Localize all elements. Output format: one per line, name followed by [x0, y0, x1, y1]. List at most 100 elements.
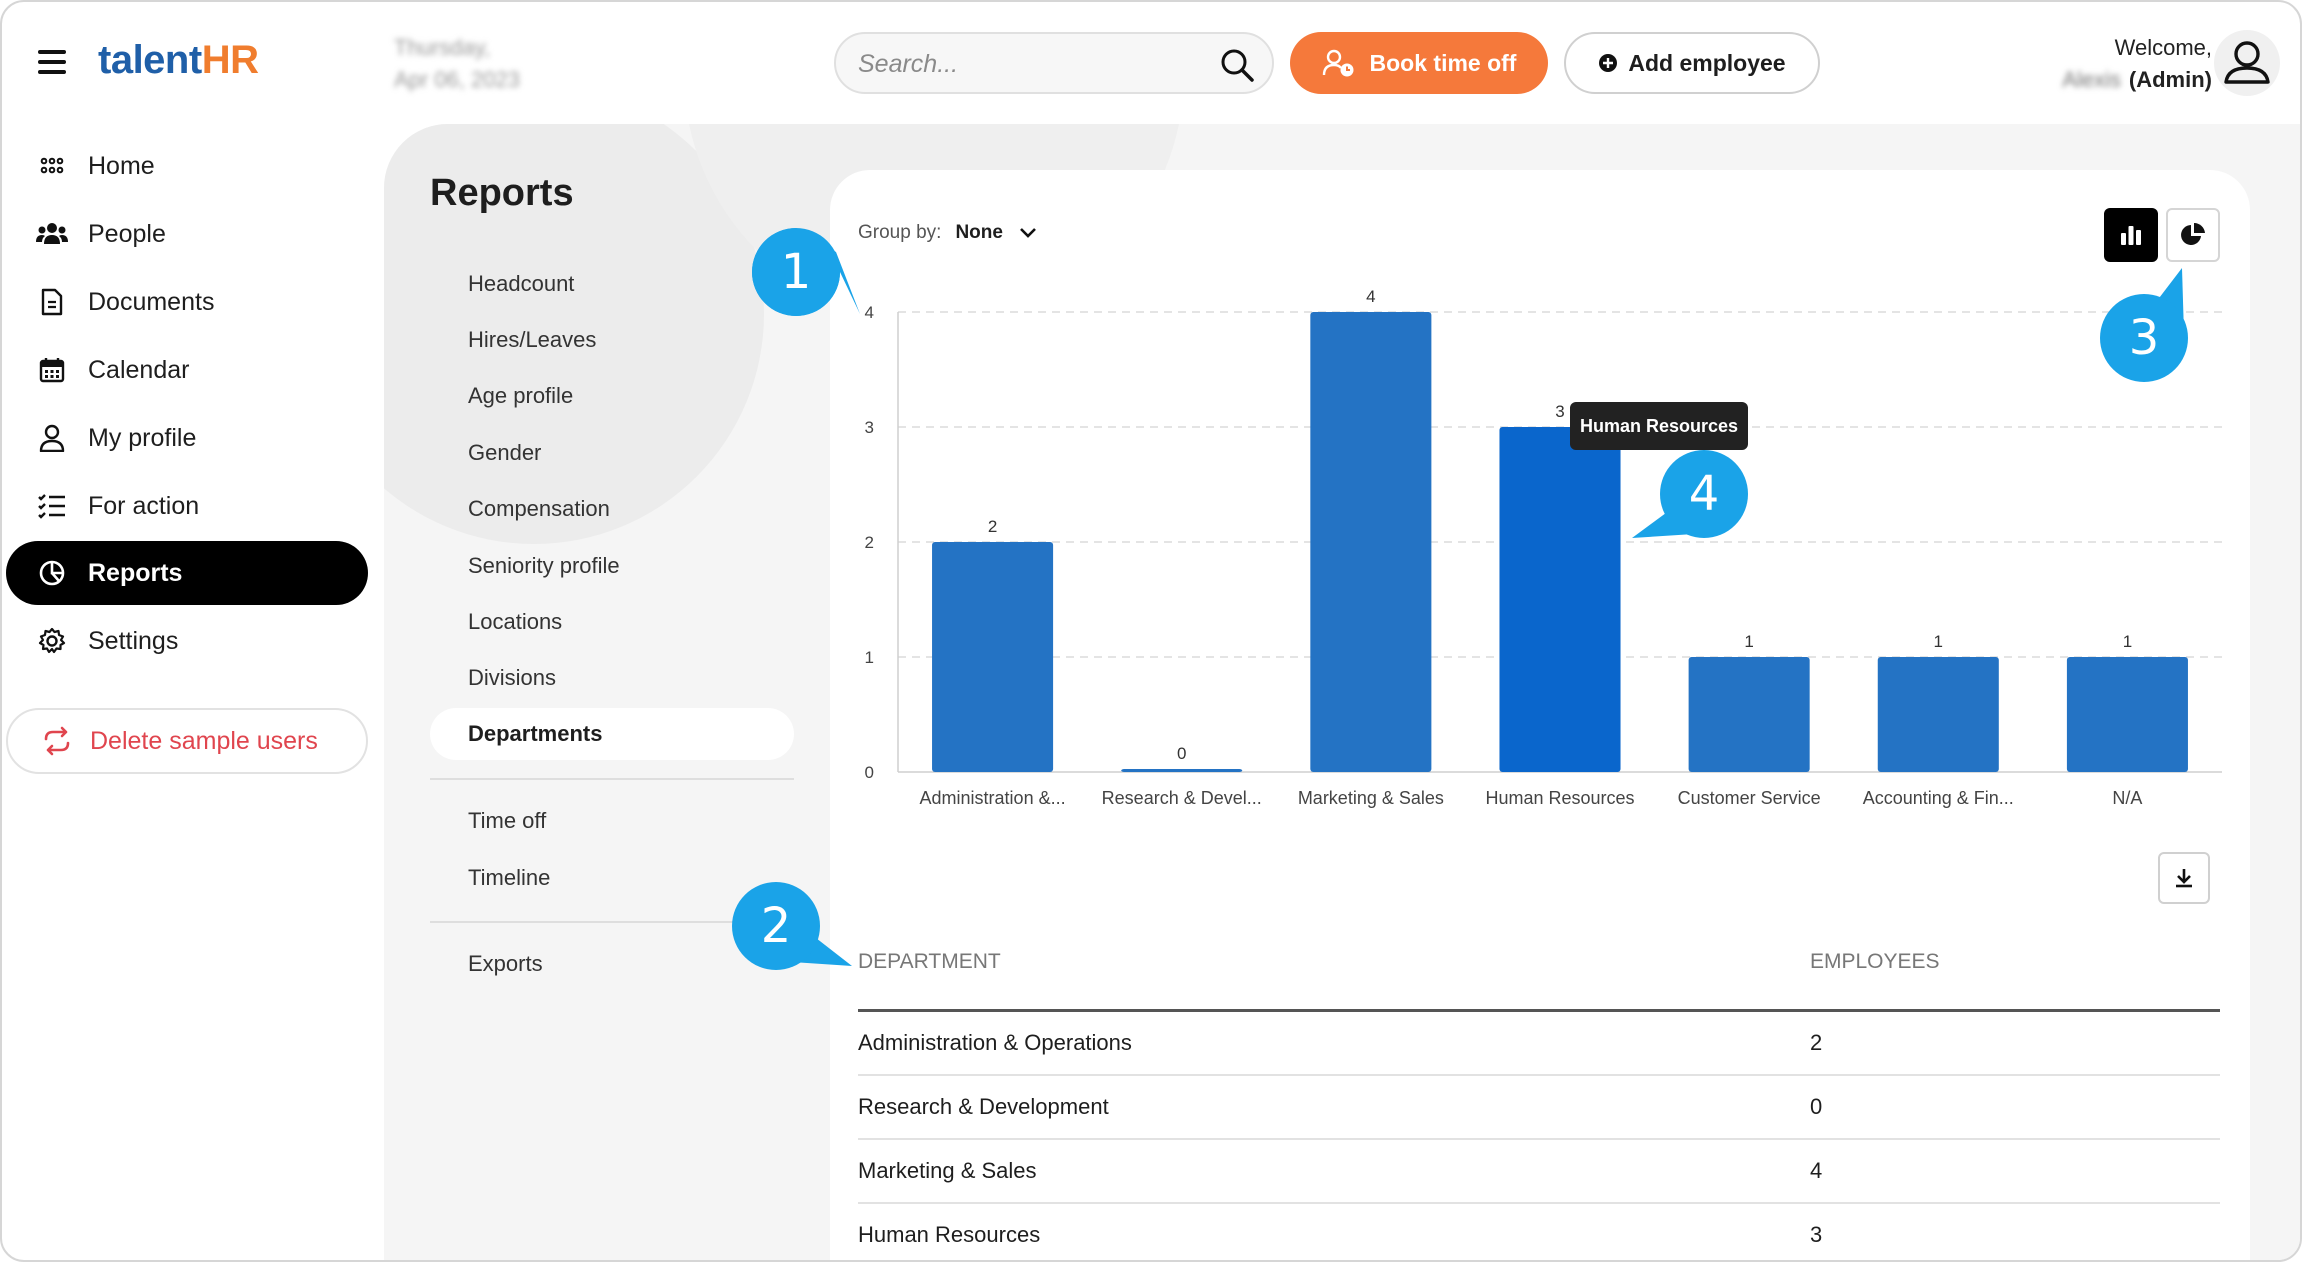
x-tick-label: Research & Devel...	[1102, 788, 1262, 808]
cell-employees: 2	[1810, 1030, 1823, 1055]
sidebar-item-for-action[interactable]: For action	[6, 474, 368, 538]
report-item-label: Gender	[468, 440, 542, 465]
bar-value-label: 1	[2123, 632, 2132, 651]
plus-circle-icon	[1599, 54, 1618, 72]
report-item-label: Hires/Leaves	[468, 327, 597, 352]
report-item-gender[interactable]: Gender	[430, 427, 794, 479]
people-icon	[36, 218, 68, 250]
sidebar-item-home[interactable]: Home	[6, 134, 368, 198]
report-item-compensation[interactable]: Compensation	[430, 483, 794, 535]
report-item-locations[interactable]: Locations	[430, 596, 794, 648]
sidebar-item-my-profile[interactable]: My profile	[6, 406, 368, 470]
bar	[1310, 312, 1432, 772]
report-item-time-off[interactable]: Time off	[430, 795, 794, 847]
y-tick-label: 1	[865, 648, 874, 667]
report-item-departments[interactable]: Departments	[430, 708, 794, 760]
avatar[interactable]	[2214, 30, 2280, 96]
book-time-off-button[interactable]: Book time off	[1290, 32, 1548, 94]
cell-department: Human Resources	[858, 1222, 1041, 1247]
y-tick-label: 0	[865, 763, 874, 782]
user-icon	[36, 422, 68, 454]
report-item-label: Departments	[468, 721, 603, 746]
report-item-hires-leaves[interactable]: Hires/Leaves	[430, 314, 794, 366]
download-button[interactable]	[2158, 852, 2210, 904]
table-header: DEPARTMENT EMPLOYEES	[858, 942, 2220, 1012]
bar-value-label: 0	[1177, 744, 1186, 763]
sidebar-item-label: Calendar	[88, 355, 190, 384]
report-item-seniority-profile[interactable]: Seniority profile	[430, 540, 794, 592]
delete-sample-users-button[interactable]: Delete sample users	[6, 708, 368, 774]
logo[interactable]: talentHR	[98, 38, 259, 83]
bar	[2066, 657, 2188, 772]
callout-number: 1	[780, 244, 812, 300]
y-tick-label: 3	[865, 418, 874, 437]
divider	[430, 778, 794, 780]
sidebar-item-documents[interactable]: Documents	[6, 270, 368, 334]
bar-chart-icon	[2121, 226, 2141, 245]
add-employee-button[interactable]: Add employee	[1564, 32, 1820, 94]
report-item-label: Headcount	[468, 271, 575, 296]
download-icon	[2176, 869, 2192, 888]
cell-employees: 0	[1810, 1094, 1823, 1119]
bar	[1877, 657, 1999, 772]
report-item-label: Divisions	[468, 665, 557, 690]
x-tick-label: Marketing & Sales	[1298, 788, 1444, 808]
menu-icon[interactable]	[38, 50, 70, 76]
sidebar-item-reports[interactable]: Reports	[6, 541, 368, 605]
report-item-headcount[interactable]: Headcount	[430, 258, 794, 310]
bar-value-label: 2	[988, 517, 997, 536]
report-item-label: Compensation	[468, 496, 610, 521]
gear-icon	[36, 625, 68, 657]
welcome-text: Welcome, Alexis (Admin)	[2062, 35, 2212, 92]
search-icon[interactable]	[1218, 46, 1256, 84]
callout-4: 4	[1632, 450, 1748, 538]
report-item-age-profile[interactable]: Age profile	[430, 370, 794, 422]
cell-department: Administration & Operations	[858, 1030, 1132, 1055]
pie-chart-icon	[36, 557, 68, 589]
refresh-icon	[44, 726, 70, 756]
sidebar-item-label: For action	[88, 491, 200, 520]
sidebar-item-people[interactable]: People	[6, 202, 368, 266]
bar	[932, 542, 1054, 772]
column-header-department[interactable]: DEPARTMENT	[858, 950, 1001, 974]
group-by-value[interactable]: None	[955, 222, 1003, 244]
bar-value-label: 4	[1366, 287, 1375, 306]
departments-bar-chart: 0 1 2 3 4 2 Administration &... 0 Research & Dev…	[865, 287, 2222, 808]
y-tick-label: 4	[865, 303, 874, 322]
report-item-label: Locations	[468, 609, 563, 634]
x-tick-label: Accounting & Fin...	[1863, 788, 2014, 808]
column-header-employees[interactable]: EMPLOYEES	[1810, 950, 1940, 974]
user-avatar-icon	[2224, 41, 2270, 84]
callout-number: 2	[760, 898, 792, 954]
chevron-down-icon[interactable]	[1017, 226, 1039, 240]
pie-chart-toggle-button[interactable]	[2166, 208, 2220, 262]
group-by-control[interactable]: Group by: None	[858, 222, 1039, 244]
chart-tooltip: Human Resources	[1570, 402, 1749, 450]
sidebar-item-calendar[interactable]: Calendar	[6, 338, 368, 402]
search-box[interactable]	[834, 32, 1274, 94]
bar-chart-toggle-button[interactable]	[2104, 208, 2158, 262]
calendar-icon	[36, 354, 68, 386]
table-row: Research & Development 0	[858, 1076, 2220, 1140]
table-row: Administration & Operations 2	[858, 1012, 2220, 1076]
callout-1: 1	[752, 228, 860, 316]
sidebar-item-settings[interactable]: Settings	[6, 609, 368, 673]
report-item-divisions[interactable]: Divisions	[430, 652, 794, 704]
user-name: Alexis	[2062, 67, 2121, 92]
search-input[interactable]	[858, 48, 1198, 80]
sidebar-item-label: My profile	[88, 423, 197, 452]
sidebar-item-label: People	[88, 219, 166, 248]
report-item-label: Seniority profile	[468, 553, 620, 578]
report-item-label: Age profile	[468, 383, 574, 408]
bar	[1499, 427, 1621, 772]
table-row: Human Resources 3	[858, 1204, 2220, 1260]
document-icon	[36, 286, 68, 318]
x-tick-label: Human Resources	[1485, 788, 1634, 808]
x-tick-label: Customer Service	[1678, 788, 1821, 808]
x-tick-label: Administration &...	[920, 788, 1066, 808]
report-item-label: Time off	[468, 808, 547, 833]
delete-sample-users-label: Delete sample users	[90, 726, 318, 755]
page-title: Reports	[430, 172, 574, 214]
cell-department: Research & Development	[858, 1094, 1109, 1119]
x-tick-label: N/A	[2112, 788, 2142, 808]
